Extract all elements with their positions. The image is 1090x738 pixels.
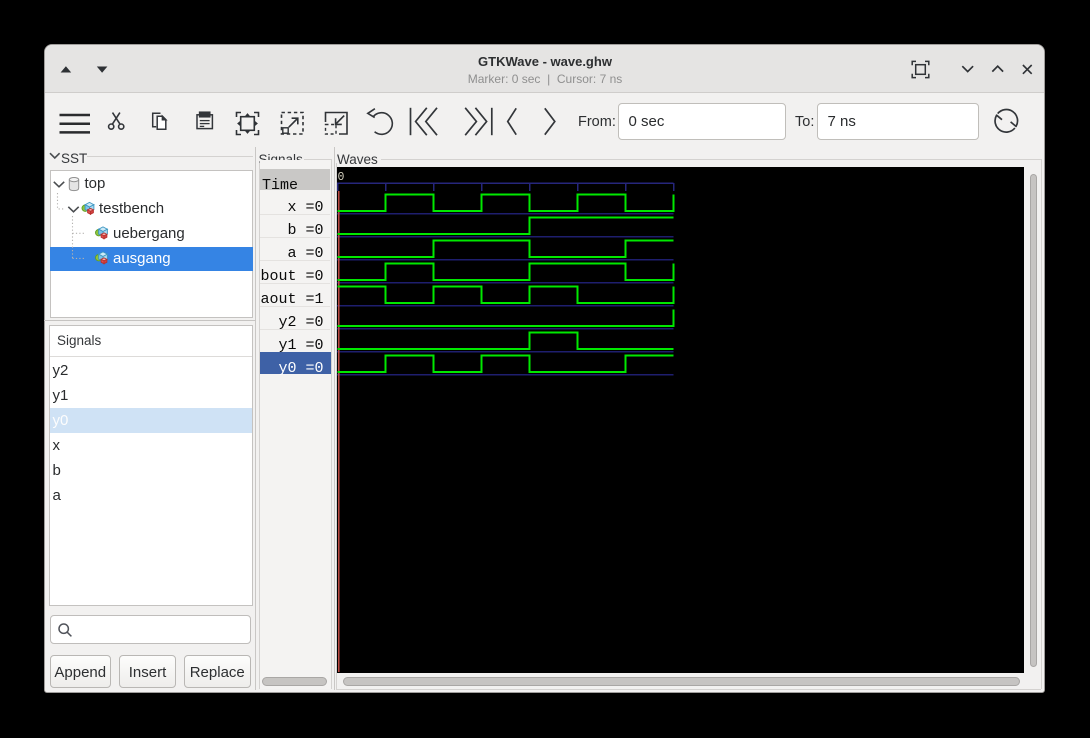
svg-text:0: 0 — [338, 171, 345, 184]
